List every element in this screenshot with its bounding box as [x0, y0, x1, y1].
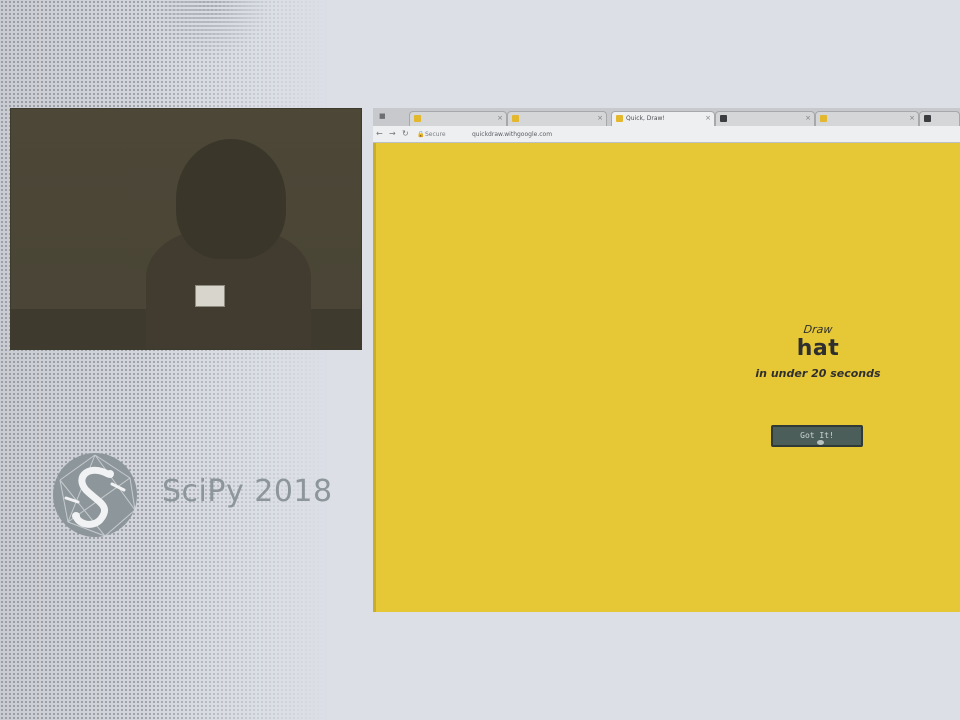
- tab-favicon-icon: [512, 115, 519, 122]
- got-it-label: Got It!: [800, 431, 834, 440]
- page-left-edge: [373, 143, 376, 612]
- back-arrow-icon[interactable]: ←: [376, 129, 383, 139]
- tab-favicon-icon: [820, 115, 827, 122]
- speaker-badge: [195, 285, 225, 307]
- got-it-button[interactable]: Got It!: [771, 425, 863, 447]
- timer-text: in under 20 seconds: [755, 367, 881, 380]
- tab-close-icon[interactable]: ×: [497, 112, 503, 125]
- draw-label: Draw: [802, 323, 834, 336]
- browser-tab[interactable]: ×: [507, 111, 607, 126]
- browser-window: ■ × × Quick, Draw! × × × ← → ↻ 🔒 Secure …: [373, 108, 960, 612]
- browser-tab-bar: ■ × × Quick, Draw! × × ×: [373, 108, 960, 126]
- decorative-stipple-top: [150, 0, 270, 60]
- tab-close-icon[interactable]: ×: [597, 112, 603, 125]
- tab-favicon-icon: [616, 115, 623, 122]
- tab-close-icon[interactable]: ×: [705, 112, 711, 125]
- draw-prompt: Draw hat in under 20 seconds: [708, 323, 928, 380]
- reload-icon[interactable]: ↻: [402, 129, 409, 139]
- browser-tab[interactable]: ×: [815, 111, 919, 126]
- browser-tab-active[interactable]: Quick, Draw! ×: [611, 111, 715, 126]
- browser-tab[interactable]: [919, 111, 960, 126]
- tab-favicon-icon: [414, 115, 421, 122]
- address-bar: ← → ↻ 🔒 Secure quickdraw.withgoogle.com: [373, 126, 960, 143]
- speaker-video-feed: [10, 108, 362, 350]
- url-field[interactable]: quickdraw.withgoogle.com: [472, 130, 552, 139]
- window-menu-icon[interactable]: ■: [379, 112, 387, 120]
- tab-close-icon[interactable]: ×: [805, 112, 811, 125]
- speaker-head: [176, 139, 286, 259]
- browser-tab[interactable]: ×: [715, 111, 815, 126]
- browser-tab[interactable]: ×: [409, 111, 507, 126]
- secure-label: Secure: [425, 131, 446, 138]
- tab-favicon-icon: [720, 115, 727, 122]
- tab-favicon-icon: [924, 115, 931, 122]
- target-word: hat: [796, 336, 840, 361]
- scipy-logo-icon: [53, 453, 137, 537]
- tab-close-icon[interactable]: ×: [909, 112, 915, 125]
- scipy-logo-text: SciPy 2018: [162, 474, 333, 509]
- forward-arrow-icon[interactable]: →: [389, 129, 396, 139]
- tab-title: Quick, Draw!: [626, 115, 665, 122]
- mouse-cursor-icon: [817, 440, 824, 445]
- lock-icon: 🔒: [417, 131, 425, 138]
